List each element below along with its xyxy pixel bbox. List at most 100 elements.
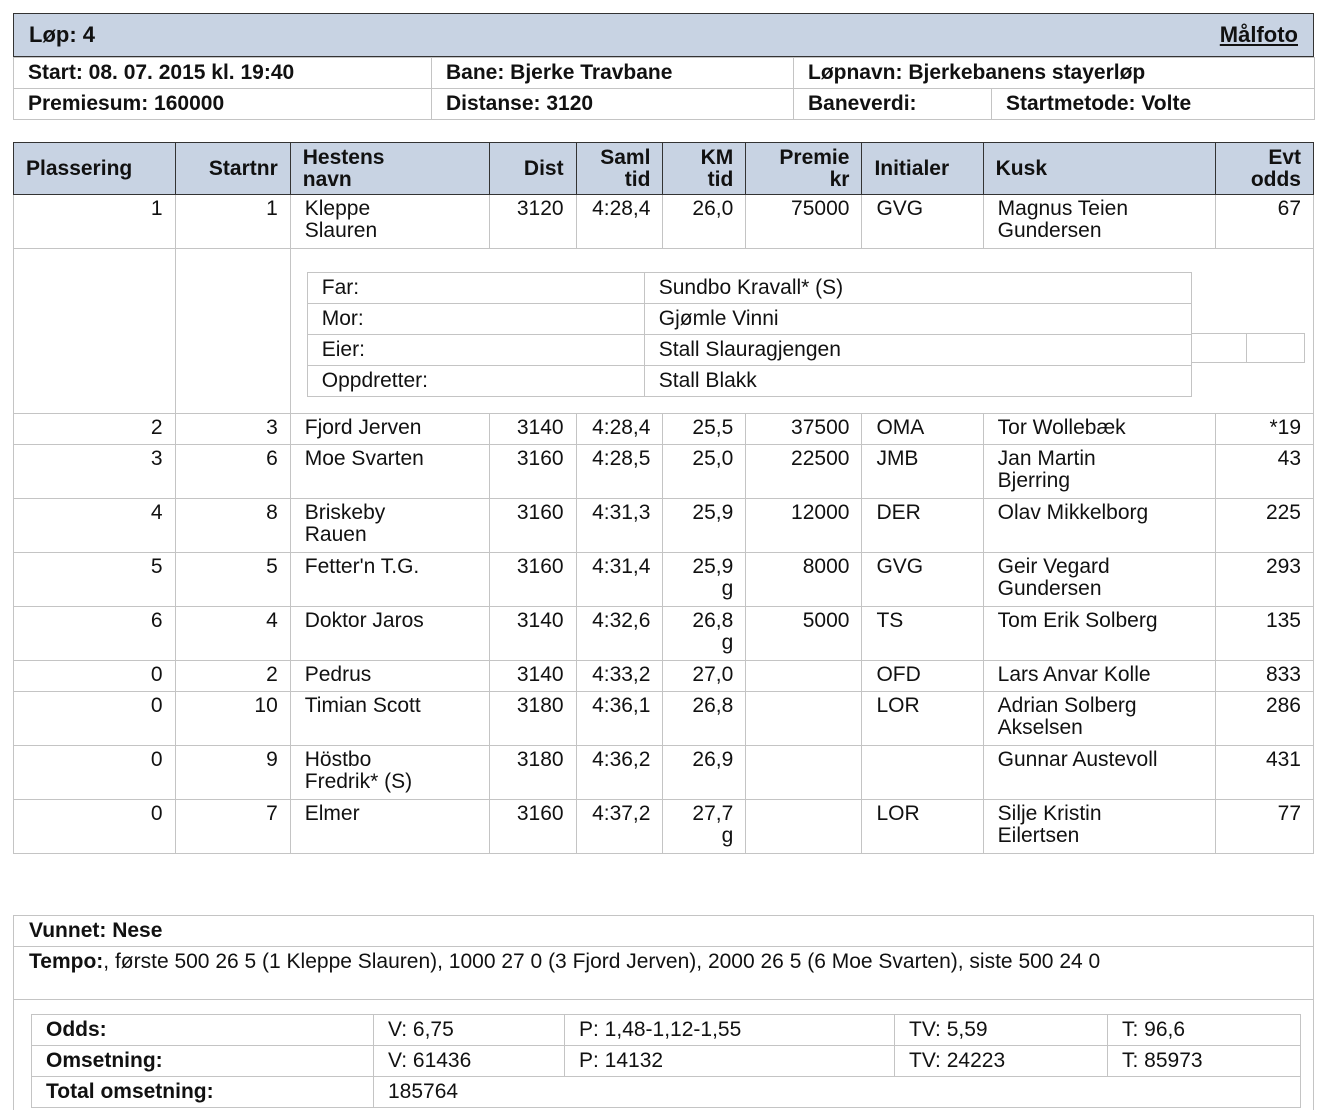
total-turnover-value: 185764 (373, 1076, 1301, 1108)
cell-placement: 5 (13, 552, 176, 607)
cell-startnr: 4 (174, 606, 291, 661)
cell-placement: 0 (13, 691, 176, 746)
odds-tv: TV: 5,59 (894, 1014, 1108, 1046)
pedigree-table: Far: Sundbo Kravall* (S) Mor: Gjømle Vinni E… (306, 272, 1192, 397)
cell-km-time: 27,0 (662, 660, 747, 692)
cell-driver: Tor Wollebæk (982, 413, 1216, 445)
cell-odds: 286 (1214, 691, 1315, 746)
table-row: 5 5 Fetter'n T.G. 3160 4:31,4 25,9 g 8000… (13, 552, 1315, 607)
cell-initials (861, 745, 984, 800)
cell-placement: 4 (13, 498, 176, 553)
total-turnover-label: Total omsetning: (31, 1076, 374, 1108)
pedigree-entry: Oppdretter: Stall Blakk (306, 365, 1192, 397)
cell-driver: Silje Kristin Eilertsen (982, 799, 1216, 854)
cell-driver: Tom Erik Solberg (982, 606, 1216, 661)
pedigree-label: Mor: (306, 303, 645, 335)
won-by: Vunnet: Nese (14, 916, 1313, 947)
track-value: Baneverdi: (793, 88, 992, 120)
turnover-row: Omsetning: V: 61436 P: 14132 TV: 24223 T… (31, 1045, 1301, 1077)
start-time: Start: 08. 07. 2015 kl. 19:40 (13, 57, 432, 89)
cell-driver: Geir Vegard Gundersen (982, 552, 1216, 607)
cell-initials: OMA (861, 413, 984, 445)
tempo-text: , første 500 26 5 (1 Kleppe Slauren), 10… (103, 950, 1101, 973)
cell-startnr: 2 (174, 660, 291, 692)
cell-initials: GVG (861, 552, 984, 607)
cell-odds: 293 (1214, 552, 1315, 607)
cell-initials: OFD (861, 660, 984, 692)
cell-distance: 3120 (488, 194, 577, 249)
pedigree-entry: Eier: Stall Slauragjengen (306, 334, 1192, 366)
table-row: 0 7 Elmer 3160 4:37,2 27,7 g LOR Silje Kr… (13, 799, 1315, 854)
cell-horse-name: Kleppe Slauren (289, 194, 490, 249)
col-odds: Evt odds (1214, 142, 1315, 195)
cell-initials: JMB (861, 444, 984, 499)
cell-startnr: 3 (174, 413, 291, 445)
cell-odds: 43 (1214, 444, 1315, 499)
track-name: Bane: Bjerke Travbane (431, 57, 794, 89)
cell-distance: 3180 (488, 745, 577, 800)
cell-driver: Jan Martin Bjerring (982, 444, 1216, 499)
cell-distance: 3140 (488, 413, 577, 445)
cell-prize (745, 745, 863, 800)
pedigree-value: Stall Slauragjengen (643, 334, 1192, 366)
col-initials: Initialer (861, 142, 984, 195)
cell-placement: 1 (13, 194, 176, 249)
table-row: 3 6 Moe Svarten 3160 4:28,5 25,0 22500 J… (13, 444, 1315, 499)
odds-t: T: 96,6 (1107, 1014, 1301, 1046)
cell-prize: 12000 (745, 498, 863, 553)
pedigree-spacer (175, 249, 290, 414)
cell-km-time: 25,9 g (662, 552, 747, 607)
photo-finish-link[interactable]: Målfoto (1220, 22, 1298, 48)
cell-horse-name: Moe Svarten (289, 444, 490, 499)
odds-v: V: 6,75 (373, 1014, 565, 1046)
race-summary: Vunnet: Nese Tempo:, første 500 26 5 (1 … (13, 915, 1314, 1110)
cell-initials: TS (861, 606, 984, 661)
race-name: Løpnavn: Bjerkebanens stayerløp (792, 57, 1316, 89)
pedigree-value: Sundbo Kravall* (S) (643, 272, 1192, 304)
cell-distance: 3180 (488, 691, 577, 746)
cell-horse-name: Pedrus (289, 660, 490, 692)
turnover-t: T: 85973 (1107, 1045, 1301, 1077)
cell-initials: LOR (861, 799, 984, 854)
table-row: 4 8 Briskeby Rauen 3160 4:31,3 25,9 12000… (13, 498, 1315, 553)
cell-horse-name: Höstbo Fredrik* (S) (289, 745, 490, 800)
cell-startnr: 5 (174, 552, 291, 607)
col-driver: Kusk (982, 142, 1216, 195)
cell-km-time: 25,9 (662, 498, 747, 553)
cell-initials: DER (861, 498, 984, 553)
cell-prize (745, 799, 863, 854)
race-info-table: Start: 08. 07. 2015 kl. 19:40 Bane: Bjer… (13, 57, 1316, 120)
cell-driver: Lars Anvar Kolle (982, 660, 1216, 692)
tempo-label: Tempo: (29, 950, 104, 973)
pedigree-entry: Far: Sundbo Kravall* (S) (306, 272, 1192, 304)
cell-horse-name: Timian Scott (289, 691, 490, 746)
pedigree-row: Far: Sundbo Kravall* (S) Mor: Gjømle Vinni E… (13, 248, 1315, 414)
table-row: 0 10 Timian Scott 3180 4:36,1 26,8 LOR A… (13, 691, 1315, 746)
col-horse-name: Hestens navn (289, 142, 490, 195)
turnover-tv: TV: 24223 (894, 1045, 1108, 1077)
race-title-bar: Løp: 4 Målfoto (13, 13, 1314, 57)
prize-sum: Premiesum: 160000 (13, 88, 432, 120)
cell-startnr: 9 (174, 745, 291, 800)
cell-km-time: 26,9 (662, 745, 747, 800)
cell-placement: 0 (13, 799, 176, 854)
total-turnover-row: Total omsetning: 185764 (31, 1076, 1301, 1108)
pedigree-label: Eier: (306, 334, 645, 366)
pedigree-value: Stall Blakk (643, 365, 1192, 397)
cell-total-time: 4:37,2 (575, 799, 664, 854)
odds-row: Odds: V: 6,75 P: 1,48-1,12-1,55 TV: 5,59… (31, 1014, 1301, 1046)
cell-km-time: 25,5 (662, 413, 747, 445)
cell-total-time: 4:36,2 (575, 745, 664, 800)
odds-p: P: 1,48-1,12-1,55 (564, 1014, 895, 1046)
cell-odds: *19 (1214, 413, 1315, 445)
cell-total-time: 4:28,5 (575, 444, 664, 499)
odds-table: Odds: V: 6,75 P: 1,48-1,12-1,55 TV: 5,59… (31, 1014, 1301, 1108)
cell-horse-name: Fetter'n T.G. (289, 552, 490, 607)
cell-distance: 3160 (488, 444, 577, 499)
cell-initials: GVG (861, 194, 984, 249)
pedigree-cell: Far: Sundbo Kravall* (S) Mor: Gjømle Vinni E… (289, 248, 1315, 414)
cell-distance: 3140 (488, 606, 577, 661)
cell-km-time: 25,0 (662, 444, 747, 499)
race-distance: Distanse: 3120 (431, 88, 794, 120)
col-km-time: KM tid (662, 142, 747, 195)
